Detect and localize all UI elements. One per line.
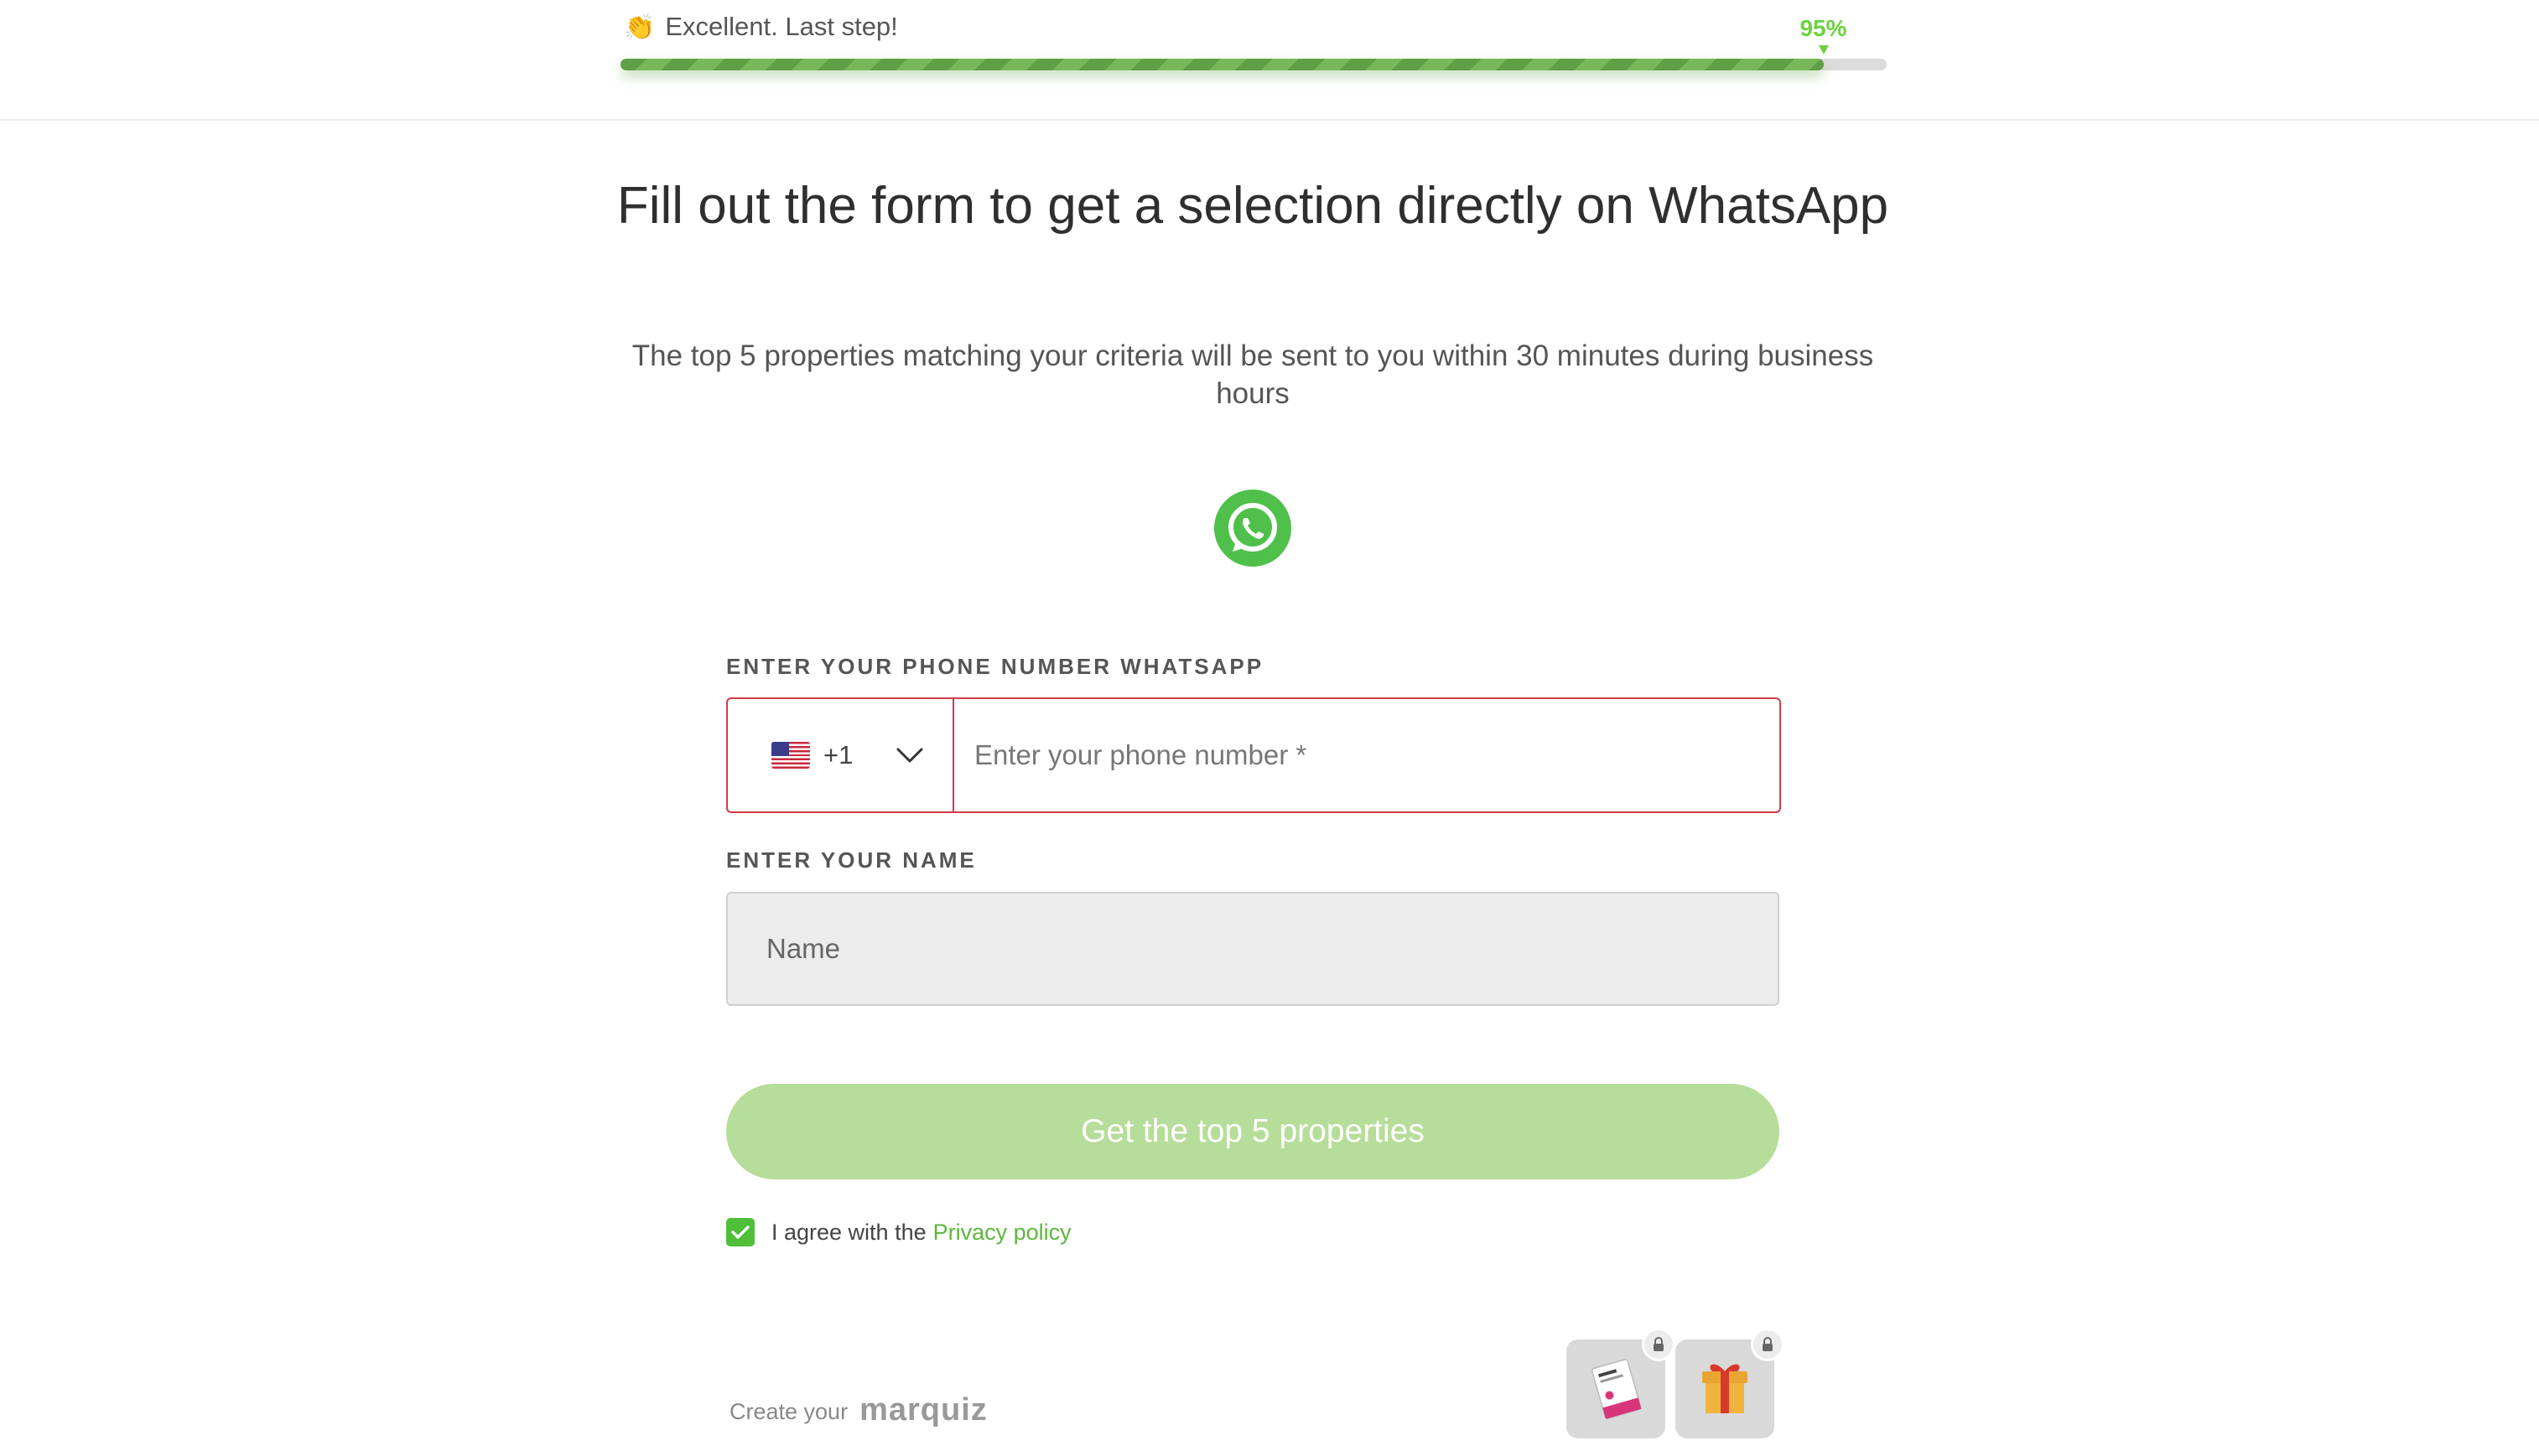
agree-text: I agree with the [771, 1219, 927, 1245]
phone-input[interactable] [954, 699, 1779, 811]
marquiz-branding-link[interactable]: Create your marquiz [730, 1383, 988, 1428]
submit-button[interactable]: Get the top 5 properties [726, 1084, 1779, 1179]
progress-bar [620, 59, 1887, 70]
country-code-select[interactable]: +1 [728, 699, 954, 811]
progress-message: 👏 Excellent. Last step! [624, 8, 898, 45]
marquiz-logo: marquiz [859, 1392, 988, 1428]
bonus-booklet[interactable] [1566, 1328, 1675, 1438]
lock-icon [1751, 1328, 1784, 1361]
bonus-gift[interactable] [1675, 1328, 1784, 1438]
gift-icon [1702, 1364, 1747, 1413]
create-your-text: Create your [730, 1399, 849, 1424]
progress-label-text: Excellent. Last step! [665, 12, 898, 41]
agree-checkbox[interactable] [726, 1218, 755, 1246]
page-subtitle: The top 5 properties matching your crite… [631, 339, 1874, 410]
us-flag-icon [771, 742, 810, 769]
dial-code: +1 [823, 740, 854, 769]
clapping-hands-icon: 👏 [624, 13, 656, 41]
privacy-policy-link[interactable]: Privacy policy [933, 1220, 1072, 1246]
checkmark-icon [731, 1225, 750, 1239]
progress-bar-fill [620, 59, 1824, 70]
phone-field: +1 [726, 697, 1781, 813]
privacy-consent: I agree with the Privacy policy [726, 1217, 1072, 1247]
quiz-header: 👏 Excellent. Last step! 95% [0, 0, 2539, 121]
name-input[interactable] [726, 892, 1779, 1006]
progress-marker-icon [1818, 45, 1829, 54]
name-field-label: ENTER YOUR NAME [726, 847, 977, 873]
progress-percentage: 95% [1799, 15, 1847, 41]
booklet-icon [1591, 1359, 1642, 1419]
whatsapp-icon [1214, 490, 1291, 567]
lock-icon [1642, 1328, 1675, 1361]
chevron-down-icon [896, 748, 923, 763]
page-title: Fill out the form to get a selection dir… [616, 177, 1889, 235]
phone-field-label: ENTER YOUR PHONE NUMBER WHATSAPP [726, 654, 1264, 679]
